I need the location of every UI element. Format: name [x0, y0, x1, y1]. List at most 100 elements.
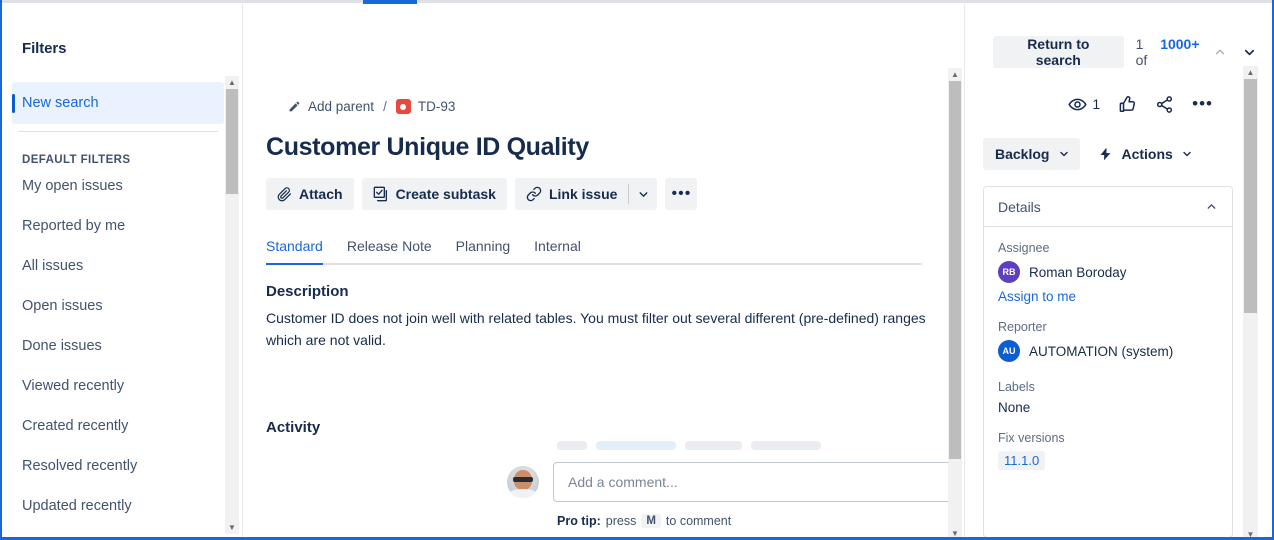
- scroll-up-arrow-icon[interactable]: ▲: [225, 76, 239, 89]
- tab-label: Release Note: [347, 238, 432, 254]
- description-body[interactable]: Customer ID does not join well with rela…: [266, 307, 928, 351]
- issue-key-link[interactable]: TD-93: [418, 99, 456, 114]
- tab-internal[interactable]: Internal: [522, 238, 593, 263]
- sidebar-item-label: Done issues: [22, 338, 102, 354]
- more-actions-button[interactable]: •••: [665, 178, 697, 210]
- sidebar-item-open-issues[interactable]: Open issues: [12, 286, 224, 326]
- tab-standard[interactable]: Standard: [266, 238, 335, 263]
- paperclip-icon: [277, 187, 292, 202]
- status-label: Backlog: [995, 146, 1049, 162]
- ellipsis-icon: •••: [1192, 94, 1213, 114]
- scroll-down-arrow-icon[interactable]: ▼: [948, 527, 962, 537]
- sidebar-item-my-open-issues[interactable]: My open issues: [12, 166, 224, 206]
- add-comment-row: Add a comment...: [507, 462, 962, 502]
- sidebar-item-new-search[interactable]: New search: [12, 82, 224, 124]
- scroll-up-arrow-icon[interactable]: ▲: [948, 68, 962, 81]
- scroll-up-arrow-icon[interactable]: ▲: [1243, 66, 1258, 79]
- scroll-down-arrow-icon[interactable]: ▼: [1243, 528, 1258, 540]
- attach-button[interactable]: Attach: [266, 178, 354, 210]
- scrollbar-thumb[interactable]: [226, 89, 238, 194]
- chevron-up-icon[interactable]: [1205, 200, 1218, 213]
- sidebar-item-label: Resolved recently: [22, 458, 137, 474]
- sidebar-item-reported-by-me[interactable]: Reported by me: [12, 206, 224, 246]
- scrollbar-thumb[interactable]: [1244, 79, 1257, 313]
- next-issue-button[interactable]: [1241, 40, 1258, 64]
- issue-more-actions-button[interactable]: •••: [1192, 94, 1213, 114]
- breadcrumb-separator: /: [381, 99, 389, 114]
- labels-value: None: [998, 400, 1218, 415]
- sidebar-item-created-recently[interactable]: Created recently: [12, 406, 224, 446]
- actions-button[interactable]: Actions: [1098, 138, 1192, 170]
- assignee-label: Assignee: [998, 241, 1218, 255]
- avatar: [507, 466, 539, 498]
- labels-field[interactable]: Labels None: [998, 380, 1218, 415]
- previous-issue-button[interactable]: [1212, 40, 1229, 64]
- sidebar-item-label: New search: [22, 95, 99, 111]
- chevron-down-icon: [637, 188, 650, 201]
- page-title[interactable]: Customer Unique ID Quality: [266, 133, 589, 162]
- scroll-down-arrow-icon[interactable]: ▼: [225, 521, 239, 534]
- add-parent-link[interactable]: Add parent: [308, 99, 374, 114]
- sidebar-item-label: My open issues: [22, 178, 123, 194]
- tab-planning[interactable]: Planning: [444, 238, 523, 263]
- status-badge[interactable]: Backlog: [983, 138, 1080, 170]
- details-card-header[interactable]: Details: [984, 187, 1232, 227]
- sidebar-item-all-issues[interactable]: All issues: [12, 246, 224, 286]
- attach-label: Attach: [299, 186, 343, 202]
- assign-to-me-link[interactable]: Assign to me: [998, 289, 1218, 304]
- assignee-value[interactable]: RB Roman Boroday: [998, 261, 1218, 283]
- sidebar-group-heading: DEFAULT FILTERS: [12, 132, 224, 166]
- create-subtask-button[interactable]: Create subtask: [362, 178, 507, 210]
- fix-versions-label: Fix versions: [998, 431, 1218, 445]
- main-content-scrollbar[interactable]: ▲ ▼: [948, 68, 962, 537]
- labels-label: Labels: [998, 380, 1218, 394]
- protip-press: press: [606, 514, 637, 528]
- filter-list: New search DEFAULT FILTERS My open issue…: [12, 82, 224, 526]
- return-to-search-button[interactable]: Return to search: [993, 36, 1124, 68]
- actions-label: Actions: [1121, 146, 1172, 162]
- skeleton-pill: [751, 441, 821, 450]
- reporter-value[interactable]: AU AUTOMATION (system): [998, 340, 1218, 362]
- issue-action-toolbar: Attach Create subtask: [266, 178, 697, 210]
- assignee-name: Roman Boroday: [1029, 265, 1127, 280]
- issue-details-panel: Return to search 1 of 1000+: [964, 4, 1258, 537]
- scrollbar-thumb[interactable]: [949, 81, 961, 459]
- watch-count: 1: [1092, 96, 1100, 112]
- link-issue-dropdown-button[interactable]: [629, 178, 657, 210]
- thumbs-up-icon: [1118, 95, 1137, 114]
- skeleton-pill: [557, 441, 587, 450]
- sidebar-scrollbar[interactable]: ▲ ▼: [225, 76, 239, 534]
- search-nav-bar: Return to search 1 of 1000+: [993, 36, 1258, 68]
- sidebar-item-done-issues[interactable]: Done issues: [12, 326, 224, 366]
- issue-main-content: Add parent / TD-93 Customer Unique ID Qu…: [244, 4, 962, 537]
- sidebar-item-label: Updated recently: [22, 498, 132, 514]
- eye-icon: [1068, 95, 1087, 114]
- tab-release-note[interactable]: Release Note: [335, 238, 444, 263]
- sidebar-item-viewed-recently[interactable]: Viewed recently: [12, 366, 224, 406]
- link-issue-button[interactable]: Link issue: [515, 178, 628, 210]
- chain-link-icon: [526, 186, 542, 202]
- sidebar-item-label: All issues: [22, 258, 83, 274]
- sidebar-item-updated-recently[interactable]: Updated recently: [12, 486, 224, 526]
- sidebar-title: Filters: [22, 40, 66, 57]
- watch-button[interactable]: 1: [1068, 95, 1100, 114]
- protip-prefix: Pro tip:: [557, 514, 601, 528]
- tab-label: Planning: [456, 238, 511, 254]
- ellipsis-icon: •••: [672, 185, 692, 203]
- page-scrollbar[interactable]: ▲ ▼: [1243, 66, 1258, 540]
- like-button[interactable]: [1118, 95, 1137, 114]
- add-comment-input[interactable]: Add a comment...: [553, 462, 962, 502]
- share-icon: [1155, 95, 1174, 114]
- fix-version-chip[interactable]: 11.1.0: [998, 451, 1045, 470]
- sidebar-item-resolved-recently[interactable]: Resolved recently: [12, 446, 224, 486]
- reporter-name: AUTOMATION (system): [1029, 344, 1173, 359]
- pro-tip: Pro tip: press M to comment: [557, 514, 731, 528]
- browser-tab-strip: [2, 0, 1274, 3]
- chevron-down-icon: [1181, 148, 1193, 160]
- reporter-label: Reporter: [998, 320, 1218, 334]
- activity-filter-skeletons: [557, 441, 821, 450]
- status-and-actions-row: Backlog Actions: [983, 138, 1193, 170]
- fix-versions-field[interactable]: Fix versions 11.1.0: [998, 431, 1218, 470]
- share-button[interactable]: [1155, 95, 1174, 114]
- sidebar-item-label: Created recently: [22, 418, 128, 434]
